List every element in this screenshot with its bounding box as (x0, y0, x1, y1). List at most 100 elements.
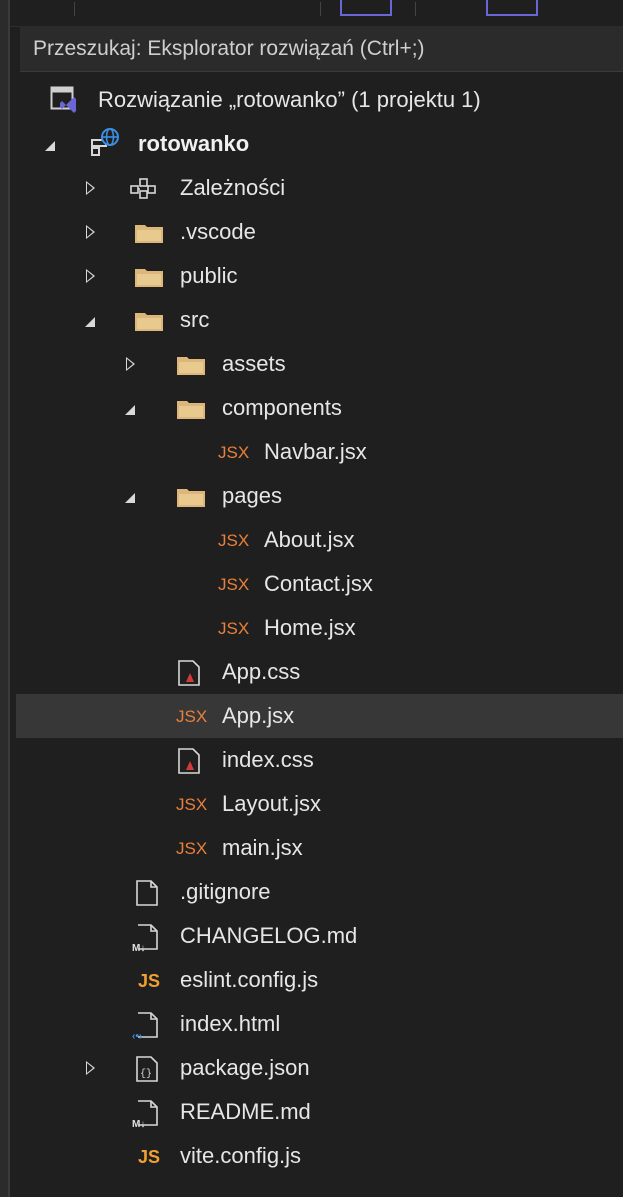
tree-item-file[interactable]: {} package.json (16, 1046, 623, 1090)
window-edge-divider (8, 0, 10, 1197)
jsx-file-icon: JSX (218, 443, 250, 462)
dependencies-icon (130, 178, 156, 199)
tree-item-label: App.jsx (222, 703, 295, 728)
expand-arrow[interactable] (80, 1046, 100, 1090)
tree-item-file[interactable]: M↓ README.md (16, 1090, 623, 1134)
collapse-arrow[interactable] (40, 122, 60, 166)
markdown-file-icon: M↓ (132, 1100, 158, 1128)
expand-arrow[interactable] (80, 166, 100, 210)
tree-item-label: index.css (222, 747, 314, 772)
css-file-icon (178, 660, 200, 686)
search-box[interactable] (20, 26, 623, 72)
tree-item-file-selected[interactable]: JSX App.jsx (16, 694, 623, 738)
tree-item-label: Zależności (180, 175, 286, 200)
tree-item-file[interactable]: .gitignore (16, 870, 623, 914)
js-file-icon: JS (138, 971, 161, 991)
json-file-icon: {} (136, 1056, 158, 1082)
folder-icon (135, 269, 163, 287)
tree-item-label: assets (222, 351, 286, 376)
explorer-toolbar (10, 0, 623, 27)
solution-explorer: Rozwiązanie „rotowanko” (1 projektu 1) r… (0, 0, 623, 1197)
tree-item-label: Home.jsx (264, 615, 356, 640)
folder-icon (135, 313, 163, 331)
project-web-icon (91, 128, 119, 156)
tree-item-project[interactable]: rotowanko (16, 122, 623, 166)
expand-arrow[interactable] (80, 210, 100, 254)
svg-text:‹•›: ‹•› (132, 1031, 142, 1040)
tree-item-file[interactable]: JS eslint.config.js (16, 958, 623, 1002)
tree-item-file[interactable]: index.css (16, 738, 623, 782)
tree-item-file[interactable]: JS vite.config.js (16, 1134, 623, 1178)
collapse-arrow[interactable] (80, 298, 100, 342)
solution-tree: Rozwiązanie „rotowanko” (1 projektu 1) r… (16, 78, 623, 1178)
folder-icon (177, 357, 205, 375)
markdown-file-icon: M↓ (132, 924, 158, 952)
tree-item-file[interactable]: ‹•› index.html (16, 1002, 623, 1046)
expand-arrow[interactable] (80, 254, 100, 298)
tree-item-label: .vscode (180, 219, 256, 244)
tree-item-label: components (222, 395, 342, 420)
toolbar-separator (74, 2, 75, 16)
expand-arrow[interactable] (120, 342, 140, 386)
tree-item-label: src (180, 307, 210, 332)
folder-icon (135, 225, 163, 243)
tree-item-folder[interactable]: pages (16, 474, 623, 518)
tree-item-label: App.css (222, 659, 301, 684)
collapse-arrow[interactable] (120, 386, 140, 430)
jsx-file-icon: JSX (218, 619, 250, 638)
project-label: rotowanko (138, 131, 250, 156)
folder-icon (177, 401, 205, 419)
tree-item-label: vite.config.js (180, 1143, 302, 1168)
solution-label: Rozwiązanie „rotowanko” (1 projektu 1) (98, 87, 481, 112)
tree-item-folder[interactable]: .vscode (16, 210, 623, 254)
jsx-file-icon: JSX (176, 795, 208, 814)
js-file-icon: JS (138, 1147, 161, 1167)
tree-item-label: Contact.jsx (264, 571, 373, 596)
search-input[interactable] (20, 26, 623, 71)
window-edge (0, 0, 8, 1197)
html-file-icon: ‹•› (132, 1012, 158, 1040)
tree-item-label: CHANGELOG.md (180, 923, 358, 948)
collapse-arrow[interactable] (120, 474, 140, 518)
folder-icon (177, 489, 205, 507)
tree-item-folder[interactable]: components (16, 386, 623, 430)
tree-item-file[interactable]: JSX About.jsx (16, 518, 623, 562)
tree-item-label: pages (222, 483, 282, 508)
tree-item-folder[interactable]: public (16, 254, 623, 298)
toolbar-button[interactable] (486, 0, 538, 16)
tree-item-file[interactable]: JSX Navbar.jsx (16, 430, 623, 474)
svg-text:M↓: M↓ (132, 943, 145, 952)
text-file-icon (136, 880, 158, 906)
tree-item-label: Navbar.jsx (264, 439, 367, 464)
tree-item-label: About.jsx (264, 527, 355, 552)
tree-item-file[interactable]: JSX main.jsx (16, 826, 623, 870)
toolbar-separator (415, 2, 416, 16)
tree-item-label: README.md (180, 1099, 311, 1124)
tree-item-label: index.html (180, 1011, 281, 1036)
jsx-file-icon: JSX (218, 531, 250, 550)
tree-item-label: eslint.config.js (180, 967, 319, 992)
tree-item-file[interactable]: M↓ CHANGELOG.md (16, 914, 623, 958)
tree-item-file[interactable]: JSX Layout.jsx (16, 782, 623, 826)
jsx-file-icon: JSX (176, 707, 208, 726)
toolbar-separator (320, 2, 321, 16)
tree-item-label: package.json (180, 1055, 310, 1080)
solution-icon (50, 86, 76, 113)
toolbar-button[interactable] (340, 0, 392, 16)
css-file-icon (178, 748, 200, 774)
tree-item-file[interactable]: JSX Contact.jsx (16, 562, 623, 606)
tree-item-folder[interactable]: assets (16, 342, 623, 386)
tree-item-label: Layout.jsx (222, 791, 322, 816)
tree-item-file[interactable]: App.css (16, 650, 623, 694)
svg-text:M↓: M↓ (132, 1119, 145, 1128)
jsx-file-icon: JSX (176, 839, 208, 858)
svg-text:{}: {} (140, 1068, 152, 1080)
jsx-file-icon: JSX (218, 575, 250, 594)
tree-item-dependencies[interactable]: Zależności (16, 166, 623, 210)
tree-item-label: main.jsx (222, 835, 303, 860)
tree-item-file[interactable]: JSX Home.jsx (16, 606, 623, 650)
tree-item-folder[interactable]: src (16, 298, 623, 342)
tree-item-label: public (180, 263, 238, 288)
tree-item-label: .gitignore (180, 879, 271, 904)
tree-item-solution[interactable]: Rozwiązanie „rotowanko” (1 projektu 1) (16, 78, 623, 122)
